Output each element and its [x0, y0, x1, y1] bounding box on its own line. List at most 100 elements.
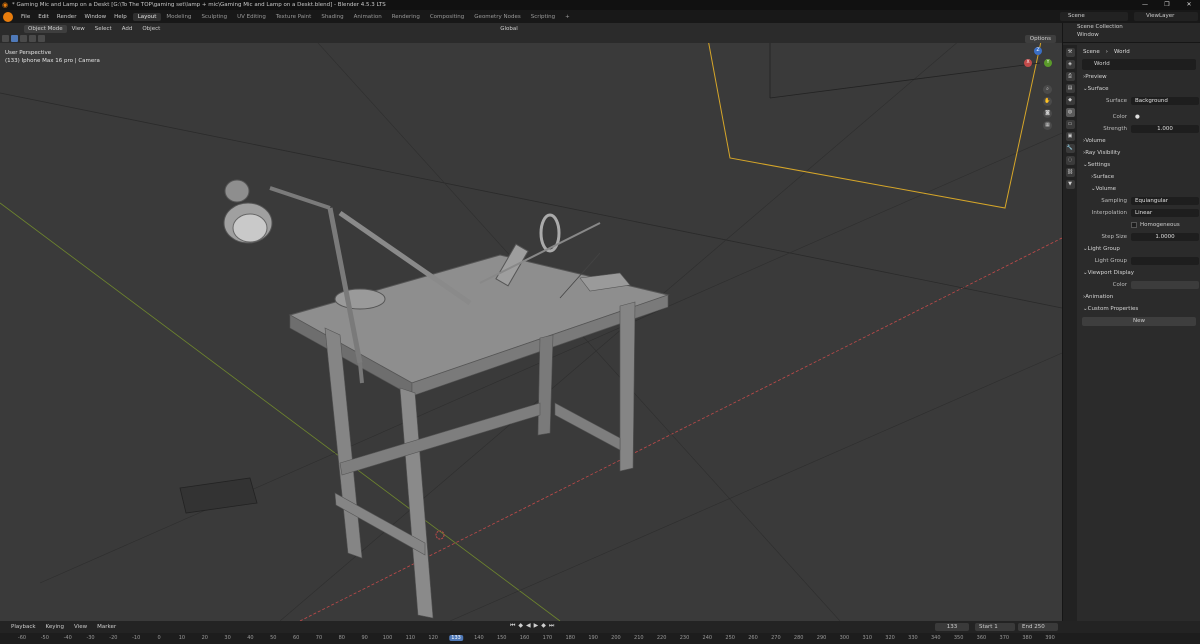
outliner-item[interactable]: Window [1063, 31, 1200, 39]
play-reverse-icon[interactable]: ◀ [526, 622, 531, 630]
select-extend-icon[interactable] [20, 35, 27, 42]
zoom-icon[interactable]: ⌕ [1043, 85, 1052, 94]
prev-key-icon[interactable]: ◆ [518, 622, 523, 630]
object-tab-icon[interactable]: ▣ [1065, 132, 1075, 141]
timeline-ruler[interactable]: -60 -50 -40 -30 -20 -10 0 10 20 30 40 50 60 70 80 90 100… [0, 633, 1200, 644]
minimize-button[interactable]: — [1134, 0, 1156, 10]
surface-shader-field[interactable]: Background [1131, 97, 1199, 105]
cursor-tool-icon[interactable] [2, 35, 9, 42]
current-frame-field[interactable]: 133 [935, 623, 969, 631]
panel-custom-properties[interactable]: ⌄ Custom Properties [1079, 303, 1199, 315]
menu-render[interactable]: Render [53, 14, 81, 20]
tab-scripting[interactable]: Scripting [526, 13, 560, 21]
ruler-tick: 370 [999, 635, 1010, 641]
perspective-toggle-icon[interactable]: ▦ [1043, 121, 1052, 130]
select-box-icon[interactable] [11, 35, 18, 42]
output-tab-icon[interactable]: ⎙ [1065, 72, 1075, 81]
panel-volume[interactable]: › Volume [1079, 135, 1199, 147]
constraints-tab-icon[interactable]: ⛓ [1065, 168, 1075, 177]
timeline-menu-marker[interactable]: Marker [92, 624, 121, 630]
collection-tab-icon[interactable]: ▭ [1065, 120, 1075, 129]
timeline-menu-view[interactable]: View [69, 624, 92, 630]
subpanel-volume[interactable]: ⌄ Volume [1079, 183, 1199, 195]
vd-color-label: Color [1112, 282, 1127, 288]
light-group-field[interactable] [1131, 257, 1199, 265]
mode-dropdown[interactable]: Object Mode [24, 24, 67, 33]
render-tab-icon[interactable]: ◈ [1065, 60, 1075, 69]
tab-rendering[interactable]: Rendering [387, 13, 425, 21]
menu-file[interactable]: File [17, 14, 34, 20]
new-property-button[interactable]: New [1082, 317, 1196, 326]
panel-settings[interactable]: ⌄ Settings [1079, 159, 1199, 171]
tab-shading[interactable]: Shading [316, 13, 348, 21]
pan-icon[interactable]: ✋ [1043, 97, 1052, 106]
homogeneous-checkbox[interactable] [1131, 222, 1137, 228]
color-socket-icon[interactable]: ● [1131, 113, 1199, 121]
interpolation-dropdown[interactable]: Linear [1131, 209, 1199, 217]
select-subtract-icon[interactable] [29, 35, 36, 42]
tab-layout[interactable]: Layout [132, 12, 162, 21]
panel-light-group[interactable]: ⌄ Light Group [1079, 243, 1199, 255]
world-tab-icon[interactable]: ◍ [1065, 108, 1075, 117]
viewport-menu-add[interactable]: Add [117, 26, 138, 32]
modifier-tab-icon[interactable]: 🔧 [1065, 144, 1075, 153]
panel-preview[interactable]: › Preview [1079, 71, 1199, 83]
viewport-menu-object[interactable]: Object [137, 26, 165, 32]
maximize-button[interactable]: ❐ [1156, 0, 1178, 10]
subpanel-surface[interactable]: › Surface [1079, 171, 1199, 183]
timeline-menu-keying[interactable]: Keying [41, 624, 69, 630]
end-frame-field[interactable]: End 250 [1018, 623, 1058, 631]
tab-sculpting[interactable]: Sculpting [196, 13, 232, 21]
blender-logo-icon[interactable] [3, 11, 13, 22]
tool-tab-icon[interactable]: ⚒ [1065, 48, 1075, 57]
viewport-menu-select[interactable]: Select [90, 26, 117, 32]
world-datablock-field[interactable]: World [1082, 59, 1196, 70]
data-tab-icon[interactable]: ▼ [1065, 180, 1075, 189]
vd-color-swatch[interactable] [1131, 281, 1199, 289]
panel-animation[interactable]: › Animation [1079, 291, 1199, 303]
jump-end-icon[interactable]: ⏭ [549, 622, 554, 630]
tab-geometry-nodes[interactable]: Geometry Nodes [469, 13, 525, 21]
3d-viewport[interactable]: Object Mode View Select Add Object Globa… [0, 23, 1062, 621]
start-frame-field[interactable]: Start 1 [975, 623, 1015, 631]
timeline-menu-playback[interactable]: Playback [6, 624, 41, 630]
panel-viewport-display[interactable]: ⌄ Viewport Display [1079, 267, 1199, 279]
camera-view-icon[interactable]: ◙ [1043, 109, 1052, 118]
tab-texture-paint[interactable]: Texture Paint [271, 13, 317, 21]
next-key-icon[interactable]: ◆ [541, 622, 546, 630]
strength-field[interactable]: 1.000 [1131, 125, 1199, 133]
panel-light-group-label: Light Group [1087, 246, 1120, 252]
step-size-field[interactable]: 1.0000 [1131, 233, 1199, 241]
options-button[interactable]: Options [1024, 35, 1056, 43]
viewport-menu-view[interactable]: View [67, 26, 90, 32]
view-layer-tab-icon[interactable]: ▤ [1065, 84, 1075, 93]
tab-uv-editing[interactable]: UV Editing [232, 13, 271, 21]
menu-window[interactable]: Window [80, 14, 110, 20]
add-workspace-button[interactable]: + [560, 13, 575, 21]
menu-edit[interactable]: Edit [34, 14, 53, 20]
tab-modeling[interactable]: Modeling [161, 13, 196, 21]
tab-animation[interactable]: Animation [349, 13, 387, 21]
outliner-scene-collection[interactable]: Scene Collection [1063, 23, 1200, 31]
viewport-scene[interactable] [0, 23, 1062, 621]
panel-ray-visibility[interactable]: › Ray Visibility [1079, 147, 1199, 159]
menu-help[interactable]: Help [110, 14, 131, 20]
navigation-gizmo[interactable]: Z X Y [1024, 47, 1054, 77]
close-button[interactable]: ✕ [1178, 0, 1200, 10]
sampling-dropdown[interactable]: Equiangular [1131, 197, 1199, 205]
viewlayer-selector[interactable]: ViewLayer [1134, 12, 1198, 21]
scene-selector[interactable]: Scene [1060, 12, 1128, 21]
jump-start-icon[interactable]: ⏮ [510, 622, 515, 630]
scene-tab-icon[interactable]: ◆ [1065, 96, 1075, 105]
play-icon[interactable]: ▶ [534, 622, 539, 630]
orientation-dropdown[interactable]: Global [495, 26, 523, 32]
panel-surface[interactable]: ⌄ Surface [1079, 83, 1199, 95]
tab-compositing[interactable]: Compositing [425, 13, 469, 21]
gizmo-y-icon[interactable]: Y [1044, 59, 1052, 67]
gizmo-x-icon[interactable]: X [1024, 59, 1032, 67]
physics-tab-icon[interactable]: ◌ [1065, 156, 1075, 165]
gizmo-z-icon[interactable]: Z [1034, 47, 1042, 55]
chevron-right-icon: › [1105, 48, 1108, 55]
select-invert-icon[interactable] [38, 35, 45, 42]
camera-frame [704, 23, 1046, 209]
